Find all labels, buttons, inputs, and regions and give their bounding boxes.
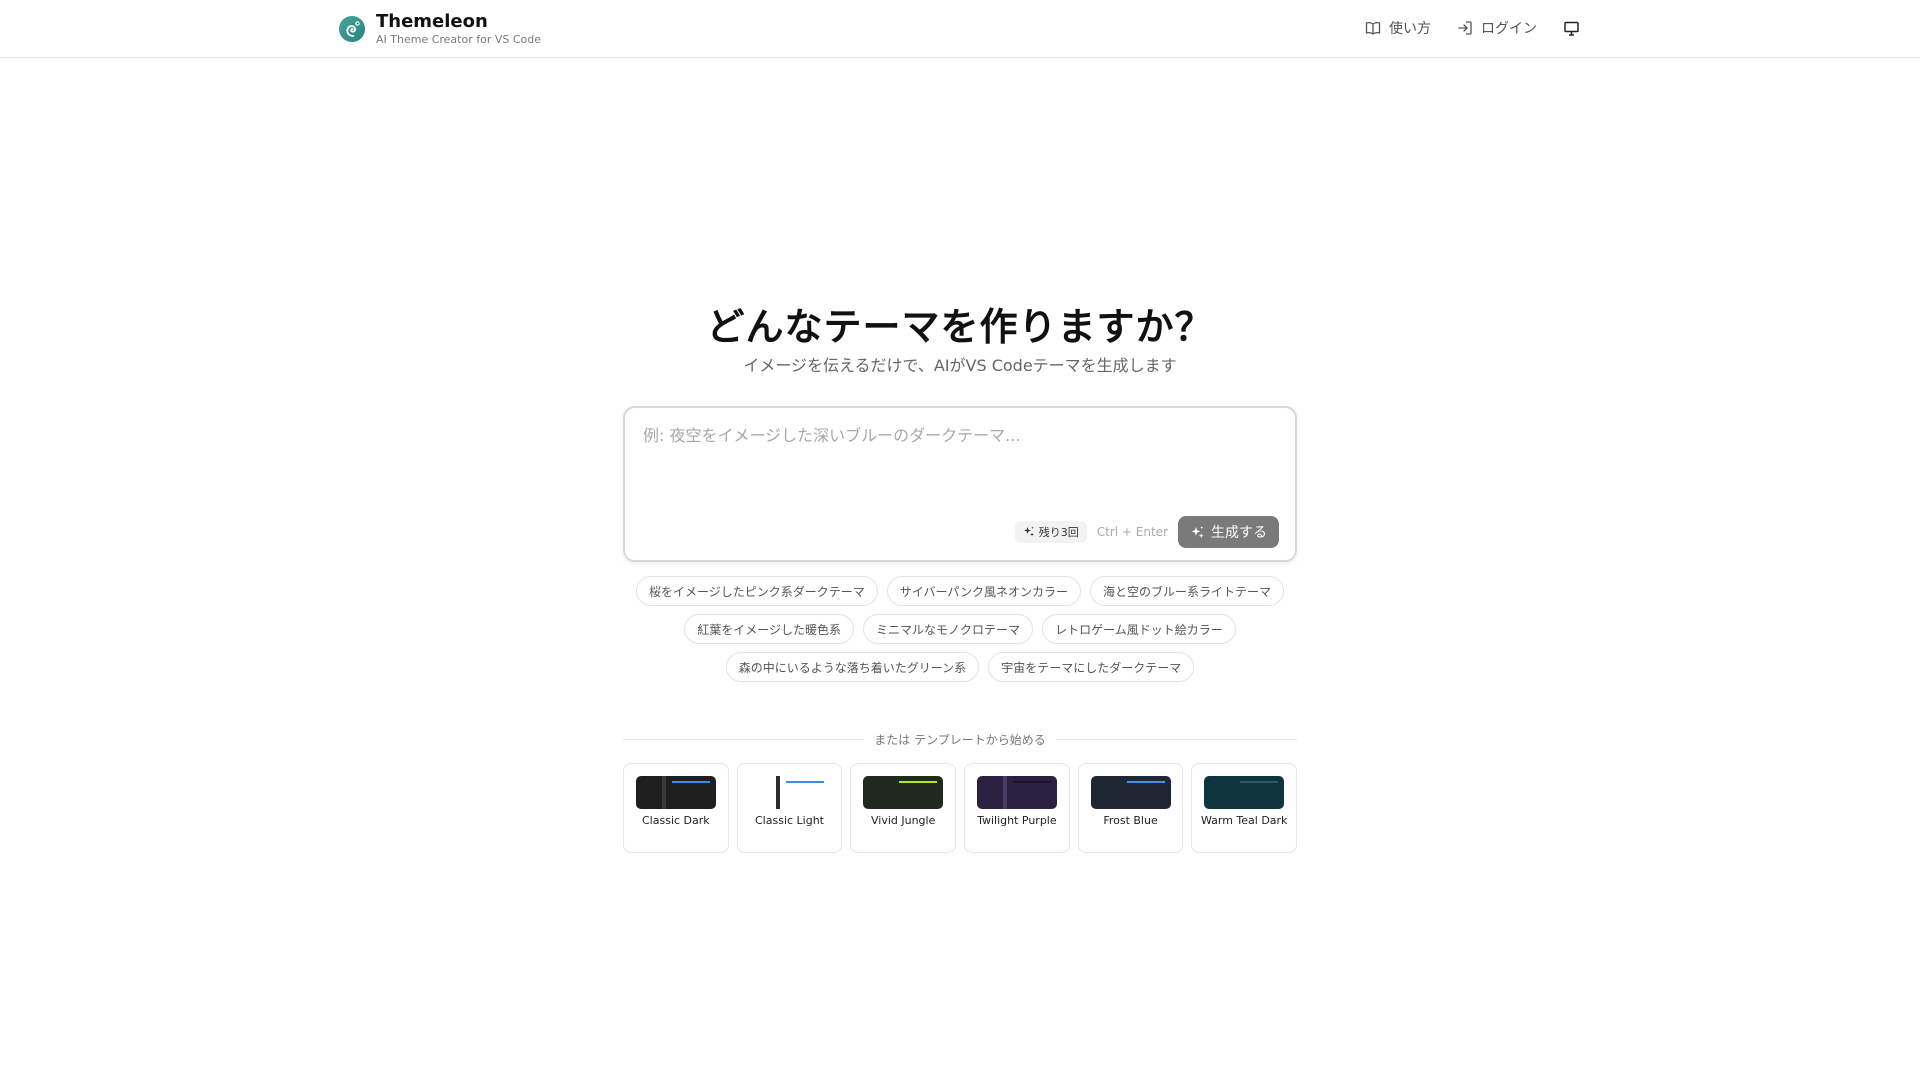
- template-preview: [1204, 776, 1285, 809]
- template-card[interactable]: Frost Blue: [1077, 763, 1184, 853]
- template-name: Classic Light: [755, 814, 824, 827]
- sparkles-icon: [1023, 526, 1034, 537]
- shortcut-hint: Ctrl + Enter: [1096, 525, 1168, 539]
- template-card[interactable]: Twilight Purple: [964, 763, 1070, 853]
- divider-line: [1055, 738, 1297, 740]
- template-card[interactable]: Classic Dark: [623, 763, 729, 853]
- divider-line: [623, 738, 865, 740]
- template-preview-accent: [1013, 781, 1052, 783]
- login-icon: [1458, 21, 1472, 35]
- generate-button[interactable]: 生成する: [1178, 516, 1279, 548]
- template-preview-sidebar: [889, 776, 894, 809]
- template-preview-accent: [785, 781, 824, 783]
- suggestion-chip[interactable]: 宇宙をテーマにしたダークテーマ: [988, 652, 1195, 682]
- theme-prompt-input[interactable]: [643, 422, 1279, 502]
- template-name: Warm Teal Dark: [1200, 814, 1288, 827]
- top-header: Themeleon AI Theme Creator for VS Code 使…: [0, 0, 1920, 58]
- template-name: Twilight Purple: [977, 814, 1057, 827]
- template-preview-accent: [672, 781, 710, 783]
- sparkles-icon: [1191, 525, 1204, 538]
- template-preview-accent: [1126, 781, 1165, 783]
- template-preview: [749, 776, 830, 809]
- suggestion-row: 桜をイメージしたピンク系ダークテーマ サイバーパンク風ネオンカラー 海と空のブル…: [635, 576, 1285, 606]
- template-preview-accent: [899, 781, 938, 783]
- page-title: どんなテーマを作りますか？: [706, 305, 1214, 349]
- template-card[interactable]: Vivid Jungle: [850, 763, 957, 853]
- template-card[interactable]: Classic Light: [736, 763, 843, 853]
- chameleon-logo-icon: [339, 16, 365, 42]
- template-name: Classic Dark: [642, 814, 710, 827]
- template-preview-sidebar: [775, 776, 780, 809]
- suggestion-chip[interactable]: 桜をイメージしたピンク系ダークテーマ: [635, 576, 878, 606]
- nav-guide-link[interactable]: 使い方: [1365, 18, 1431, 38]
- template-preview: [977, 776, 1058, 809]
- book-open-icon: [1365, 22, 1381, 35]
- template-preview: [863, 776, 944, 809]
- nav-login-label: ログイン: [1481, 21, 1537, 37]
- suggestion-row: 紅葉をイメージした暖色系 ミニマルなモノクロテーマ レトロゲーム風ドット絵カラー: [684, 614, 1236, 644]
- monitor-icon: [1564, 21, 1579, 36]
- prompt-footer: 残り3回 Ctrl + Enter 生成する: [1014, 516, 1279, 548]
- prompt-box: 残り3回 Ctrl + Enter 生成する: [623, 406, 1297, 562]
- template-name: Frost Blue: [1103, 814, 1158, 827]
- template-list: Classic Dark Classic Light Vivid Jungle …: [623, 763, 1298, 853]
- page-subtitle: イメージを伝えるだけで、AIがVS Codeテーマを生成します: [743, 356, 1177, 375]
- top-nav: 使い方 ログイン: [1365, 16, 1580, 40]
- template-preview-accent: [1240, 781, 1279, 783]
- template-preview-sidebar: [1230, 776, 1235, 809]
- suggestion-chip[interactable]: 海と空のブルー系ライトテーマ: [1090, 576, 1285, 606]
- template-name: Vivid Jungle: [870, 814, 936, 827]
- divider-text: または テンプレートから始める: [874, 732, 1046, 747]
- theme-toggle-button[interactable]: [1563, 20, 1580, 37]
- brand-name: Themeleon: [376, 11, 488, 32]
- nav-guide-label: 使い方: [1389, 21, 1431, 37]
- template-divider: または テンプレートから始める: [623, 730, 1297, 748]
- remaining-count-badge: 残り3回: [1014, 521, 1087, 543]
- suggestion-chip[interactable]: 紅葉をイメージした暖色系: [684, 614, 855, 644]
- template-preview: [1090, 776, 1171, 809]
- suggestion-row: 森の中にいるような落ち着いたグリーン系 宇宙をテーマにしたダークテーマ: [725, 652, 1195, 682]
- suggestion-chip[interactable]: 森の中にいるような落ち着いたグリーン系: [725, 652, 980, 682]
- brand-tagline: AI Theme Creator for VS Code: [376, 33, 542, 46]
- suggestion-chip[interactable]: サイバーパンク風ネオンカラー: [886, 576, 1081, 606]
- template-preview-sidebar: [1003, 776, 1008, 809]
- suggestion-chip[interactable]: レトロゲーム風ドット絵カラー: [1042, 614, 1236, 644]
- suggestion-chip[interactable]: ミニマルなモノクロテーマ: [863, 614, 1034, 644]
- nav-login-link[interactable]: ログイン: [1457, 18, 1537, 38]
- template-preview-sidebar: [662, 776, 666, 809]
- brand[interactable]: Themeleon AI Theme Creator for VS Code: [338, 12, 541, 46]
- suggestion-chips: 桜をイメージしたピンク系ダークテーマ サイバーパンク風ネオンカラー 海と空のブル…: [623, 576, 1297, 682]
- template-preview: [636, 776, 716, 809]
- template-card[interactable]: Warm Teal Dark: [1191, 763, 1298, 853]
- generate-button-label: 生成する: [1211, 525, 1267, 541]
- remaining-count-label: 残り3回: [1038, 526, 1079, 539]
- template-preview-sidebar: [1116, 776, 1121, 809]
